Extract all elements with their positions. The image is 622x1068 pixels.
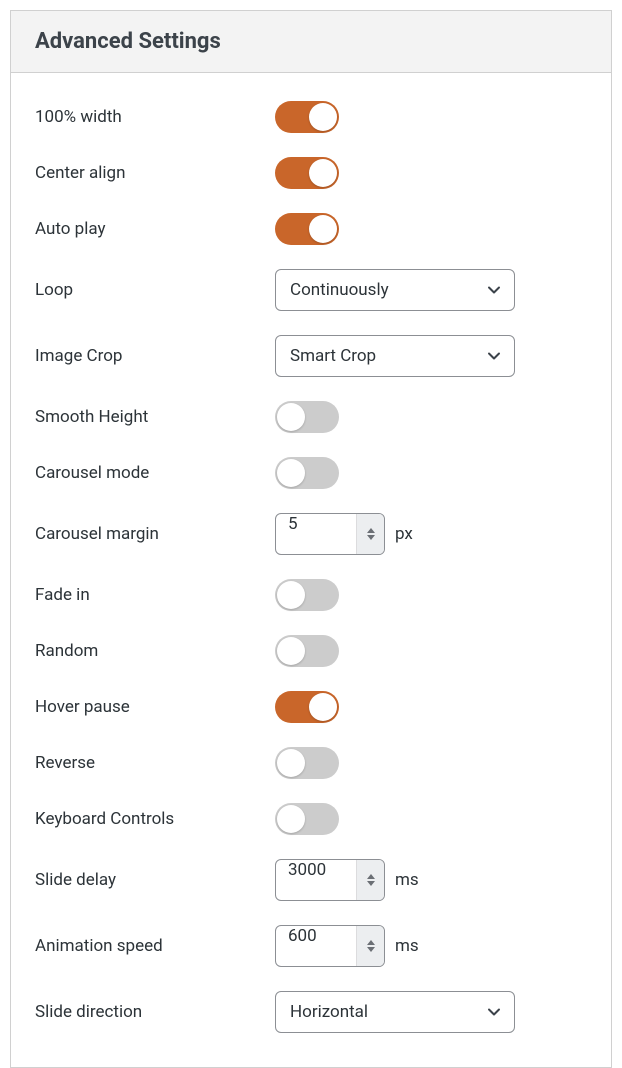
row-animation-speed: Animation speed 600 ms — [35, 925, 587, 967]
toggle-fade-in[interactable] — [275, 579, 339, 611]
row-auto-play: Auto play — [35, 213, 587, 245]
input-slide-delay-value[interactable]: 3000 — [276, 860, 356, 900]
unit-slide-delay: ms — [395, 870, 419, 890]
label-carousel-margin: Carousel margin — [35, 524, 275, 544]
panel-title: Advanced Settings — [35, 29, 587, 54]
label-slide-delay: Slide delay — [35, 870, 275, 890]
input-carousel-margin[interactable]: 5 — [275, 513, 385, 555]
stepper-animation-speed[interactable] — [356, 926, 384, 966]
toggle-center-align[interactable] — [275, 157, 339, 189]
chevron-down-icon — [486, 348, 502, 364]
toggle-hover-pause[interactable] — [275, 691, 339, 723]
label-loop: Loop — [35, 280, 275, 300]
select-loop-value: Continuously — [290, 280, 389, 300]
toggle-keyboard-controls[interactable] — [275, 803, 339, 835]
panel-body: 100% width Center align Auto play Loop C… — [11, 73, 611, 1067]
row-carousel-margin: Carousel margin 5 px — [35, 513, 587, 555]
chevron-up-icon — [367, 874, 375, 879]
row-slide-delay: Slide delay 3000 ms — [35, 859, 587, 901]
row-center-align: Center align — [35, 157, 587, 189]
row-random: Random — [35, 635, 587, 667]
label-image-crop: Image Crop — [35, 346, 275, 366]
label-smooth-height: Smooth Height — [35, 407, 275, 427]
select-image-crop-value: Smart Crop — [290, 346, 376, 366]
chevron-up-icon — [367, 528, 375, 533]
toggle-reverse[interactable] — [275, 747, 339, 779]
toggle-carousel-mode[interactable] — [275, 457, 339, 489]
label-fade-in: Fade in — [35, 585, 275, 605]
label-random: Random — [35, 641, 275, 661]
label-keyboard-controls: Keyboard Controls — [35, 809, 275, 829]
chevron-up-icon — [367, 940, 375, 945]
select-slide-direction[interactable]: Horizontal — [275, 991, 515, 1033]
row-carousel-mode: Carousel mode — [35, 457, 587, 489]
row-image-crop: Image Crop Smart Crop — [35, 335, 587, 377]
toggle-full-width[interactable] — [275, 101, 339, 133]
panel-header: Advanced Settings — [11, 11, 611, 73]
select-loop[interactable]: Continuously — [275, 269, 515, 311]
label-slide-direction: Slide direction — [35, 1002, 275, 1022]
row-smooth-height: Smooth Height — [35, 401, 587, 433]
row-loop: Loop Continuously — [35, 269, 587, 311]
label-full-width: 100% width — [35, 107, 275, 127]
label-carousel-mode: Carousel mode — [35, 463, 275, 483]
stepper-slide-delay[interactable] — [356, 860, 384, 900]
unit-animation-speed: ms — [395, 936, 419, 956]
input-slide-delay[interactable]: 3000 — [275, 859, 385, 901]
input-animation-speed[interactable]: 600 — [275, 925, 385, 967]
input-carousel-margin-value[interactable]: 5 — [276, 514, 356, 554]
unit-carousel-margin: px — [395, 524, 413, 544]
select-slide-direction-value: Horizontal — [290, 1002, 368, 1022]
label-animation-speed: Animation speed — [35, 936, 275, 956]
row-keyboard-controls: Keyboard Controls — [35, 803, 587, 835]
label-center-align: Center align — [35, 163, 275, 183]
stepper-carousel-margin[interactable] — [356, 514, 384, 554]
label-auto-play: Auto play — [35, 219, 275, 239]
select-image-crop[interactable]: Smart Crop — [275, 335, 515, 377]
advanced-settings-panel: Advanced Settings 100% width Center alig… — [10, 10, 612, 1068]
chevron-down-icon — [486, 1004, 502, 1020]
input-animation-speed-value[interactable]: 600 — [276, 926, 356, 966]
toggle-auto-play[interactable] — [275, 213, 339, 245]
chevron-down-icon — [486, 282, 502, 298]
chevron-down-icon — [367, 881, 375, 886]
row-slide-direction: Slide direction Horizontal — [35, 991, 587, 1033]
row-full-width: 100% width — [35, 101, 587, 133]
chevron-down-icon — [367, 947, 375, 952]
chevron-down-icon — [367, 535, 375, 540]
toggle-random[interactable] — [275, 635, 339, 667]
row-hover-pause: Hover pause — [35, 691, 587, 723]
row-reverse: Reverse — [35, 747, 587, 779]
row-fade-in: Fade in — [35, 579, 587, 611]
toggle-smooth-height[interactable] — [275, 401, 339, 433]
label-reverse: Reverse — [35, 753, 275, 773]
label-hover-pause: Hover pause — [35, 697, 275, 717]
